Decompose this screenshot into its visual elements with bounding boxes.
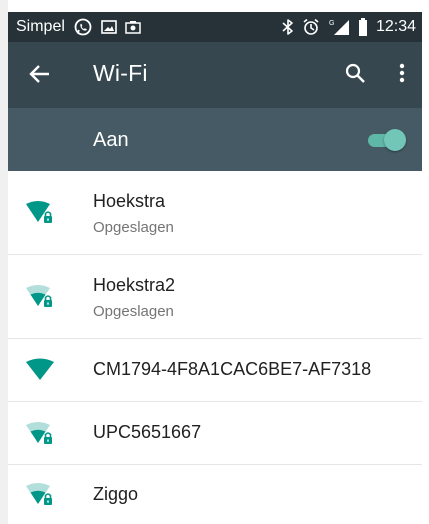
arrow-back-icon: [29, 63, 51, 90]
page-title: Wi-Fi: [93, 60, 148, 86]
screen: Simpel G 12:34 Wi-Fi Aan Hoekstra Opgesl…: [0, 0, 429, 524]
signal-icon: G: [328, 18, 350, 36]
wifi-toggle-label: Aan: [93, 129, 129, 151]
network-name: UPC5651667: [93, 422, 202, 442]
network-row-ziggo[interactable]: Ziggo: [8, 465, 422, 524]
photo-icon: [125, 20, 141, 34]
battery-icon: [358, 18, 368, 36]
status-bar: Simpel G 12:34: [8, 12, 422, 42]
svg-text:G: G: [329, 20, 334, 27]
wifi-switch[interactable]: [366, 128, 406, 152]
network-name: Ziggo: [93, 484, 139, 504]
network-status: Opgeslagen: [93, 303, 174, 320]
screen-edge: [0, 0, 8, 524]
search-icon: [344, 62, 366, 89]
wifi-toggle-row[interactable]: Aan: [8, 108, 422, 171]
switch-knob: [384, 129, 406, 151]
status-left: Simpel: [16, 17, 141, 37]
network-row-cm1794[interactable]: CM1794-4F8A1CAC6BE7-AF7318: [8, 339, 422, 402]
app-toolbar: Wi-Fi: [8, 42, 422, 108]
network-row-upc5651667[interactable]: UPC5651667: [8, 402, 422, 465]
whatsapp-icon: [73, 17, 93, 37]
network-row-hoekstra2[interactable]: Hoekstra2 Opgeslagen: [8, 255, 422, 339]
status-right: G 12:34: [282, 18, 416, 36]
network-row-hoekstra[interactable]: Hoekstra Opgeslagen: [8, 171, 422, 255]
clock: 12:34: [375, 18, 416, 35]
wifi-signal-medium-locked-icon: [24, 482, 58, 508]
back-button[interactable]: [26, 62, 54, 90]
network-name: Hoekstra: [93, 191, 166, 211]
bluetooth-icon: [282, 18, 294, 36]
alarm-icon: [302, 18, 320, 36]
network-name: Hoekstra2: [93, 275, 176, 295]
network-list: Hoekstra Opgeslagen Hoekstra2 Opgeslagen: [8, 171, 422, 524]
search-button[interactable]: [340, 60, 370, 90]
more-options-button[interactable]: [390, 60, 414, 90]
wifi-signal-full-locked-icon: [24, 200, 58, 226]
more-vert-icon: [399, 63, 405, 88]
wifi-signal-full-icon: [24, 358, 58, 384]
image-icon: [101, 19, 117, 35]
network-status: Opgeslagen: [93, 219, 174, 236]
wifi-signal-medium-locked-icon: [24, 421, 58, 447]
carrier-label: Simpel: [16, 18, 65, 35]
wifi-signal-medium-locked-icon: [24, 284, 58, 310]
network-name: CM1794-4F8A1CAC6BE7-AF7318: [93, 359, 372, 379]
